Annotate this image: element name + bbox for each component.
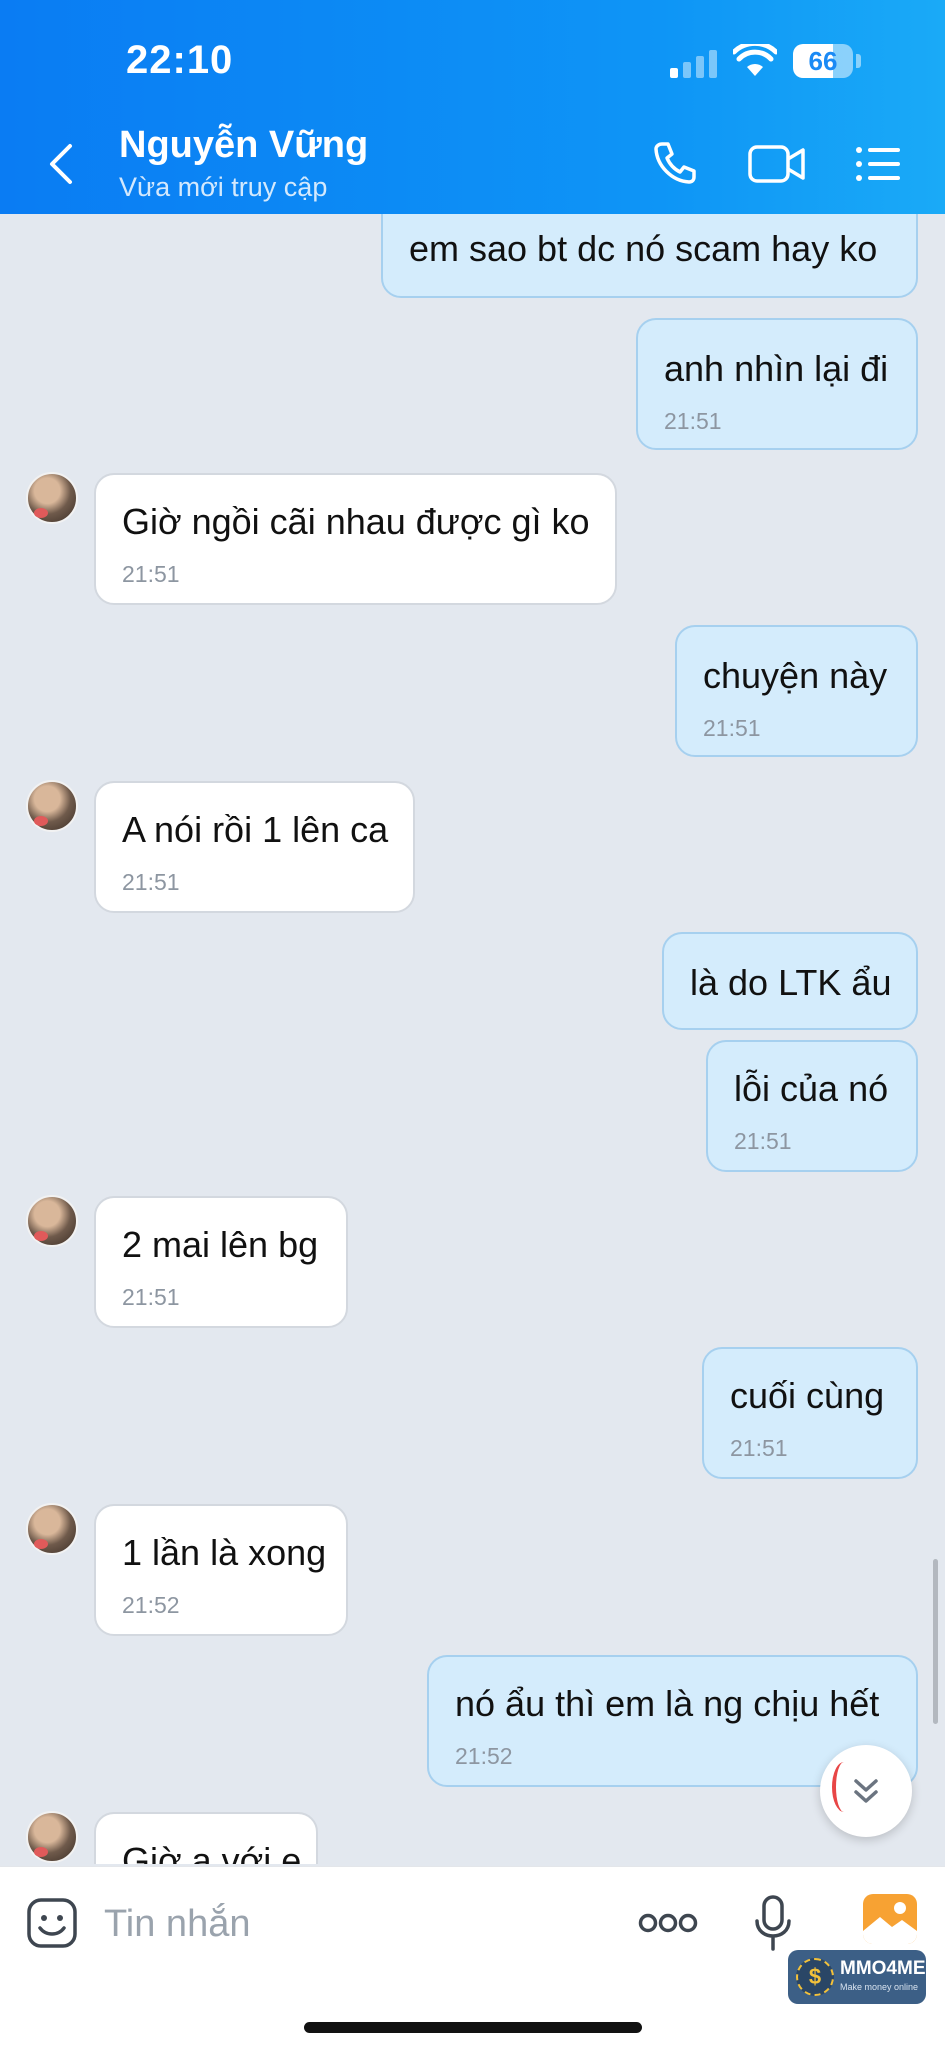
contact-name[interactable]: Nguyễn Vững — [119, 124, 368, 167]
contact-avatar[interactable] — [26, 1503, 78, 1555]
battery-icon: 66 — [793, 44, 853, 78]
message-time: 21:51 — [664, 408, 722, 434]
scrollbar[interactable] — [933, 1559, 938, 1724]
message-bubble-sent[interactable]: anh nhìn lại đi 21:51 — [636, 318, 918, 450]
message-time: 21:51 — [122, 561, 180, 587]
contact-avatar[interactable] — [26, 780, 78, 832]
message-text: Giờ a với e — [122, 1840, 302, 1864]
message-text: 2 mai lên bg — [122, 1224, 319, 1265]
message-bubble-received[interactable]: Giờ ngồi cãi nhau được gì ko 21:51 — [94, 473, 617, 605]
message-bubble-sent[interactable]: chuyện này 21:51 — [675, 625, 918, 757]
contact-avatar[interactable] — [26, 472, 78, 524]
menu-list-icon[interactable] — [855, 146, 901, 182]
message-text: em sao bt dc nó scam hay ko — [409, 228, 878, 269]
message-bubble-sent[interactable]: là do LTK ẩu — [662, 932, 918, 1030]
message-text: anh nhìn lại đi — [664, 348, 889, 389]
message-bubble-received[interactable]: 1 lần là xong 21:52 — [94, 1504, 348, 1636]
message-bubble-sent[interactable]: cuối cùng 21:51 — [702, 1347, 918, 1479]
message-bubble-received[interactable]: A nói rồi 1 lên ca 21:51 — [94, 781, 415, 913]
watermark-logo: $ MMO4ME Make money online — [788, 1950, 926, 2004]
unread-indicator — [832, 1762, 856, 1812]
microphone-icon[interactable] — [754, 1895, 792, 1951]
message-bubble-sent[interactable]: em sao bt dc nó scam hay ko — [381, 214, 918, 298]
cellular-signal-icon — [670, 48, 717, 78]
battery-nub — [856, 54, 861, 68]
message-text: A nói rồi 1 lên ca — [122, 809, 389, 850]
message-bubble-sent[interactable]: lỗi của nó 21:51 — [706, 1040, 918, 1172]
home-indicator[interactable] — [304, 2022, 642, 2033]
message-time: 21:51 — [122, 1284, 180, 1310]
chat-header: 22:10 66 Nguyễn Vững Vừa mới truy cập — [0, 0, 945, 214]
message-text: cuối cùng — [730, 1375, 885, 1416]
back-arrow-icon[interactable] — [46, 142, 74, 186]
contact-avatar[interactable] — [26, 1811, 78, 1863]
message-time: 21:52 — [455, 1743, 513, 1769]
contact-status: Vừa mới truy cập — [119, 172, 328, 202]
message-text: lỗi của nó — [734, 1068, 889, 1109]
phone-call-icon[interactable] — [652, 140, 698, 186]
dollar-coin-icon: $ — [796, 1958, 834, 1996]
message-time: 21:51 — [703, 715, 761, 741]
message-input[interactable]: Tin nhắn — [104, 1903, 250, 1946]
message-bubble-received[interactable]: Giờ a với e — [94, 1812, 318, 1864]
video-call-icon[interactable] — [748, 144, 806, 184]
gallery-image-icon[interactable] — [862, 1893, 918, 1945]
watermark-subtitle: Make money online — [840, 1982, 919, 1992]
message-text: chuyện này — [703, 655, 888, 696]
message-text: 1 lần là xong — [122, 1532, 327, 1573]
wifi-icon — [733, 44, 777, 76]
more-options-icon[interactable] — [638, 1911, 698, 1935]
status-time: 22:10 — [126, 38, 234, 82]
message-time: 21:51 — [730, 1435, 788, 1461]
message-text: nó ẩu thì em là ng chịu hết — [455, 1683, 880, 1724]
contact-avatar[interactable] — [26, 1195, 78, 1247]
message-text: là do LTK ẩu — [690, 962, 892, 1003]
message-time: 21:52 — [122, 1592, 180, 1618]
message-bubble-received[interactable]: 2 mai lên bg 21:51 — [94, 1196, 348, 1328]
watermark-title: MMO4ME — [840, 1958, 926, 1979]
message-time: 21:51 — [734, 1128, 792, 1154]
sticker-emoji-icon[interactable] — [26, 1897, 78, 1949]
message-time: 21:51 — [122, 869, 180, 895]
battery-level: 66 — [808, 46, 838, 76]
message-list[interactable]: em sao bt dc nó scam hay ko anh nhìn lại… — [0, 214, 945, 1864]
message-text: Giờ ngồi cãi nhau được gì ko — [122, 501, 590, 542]
